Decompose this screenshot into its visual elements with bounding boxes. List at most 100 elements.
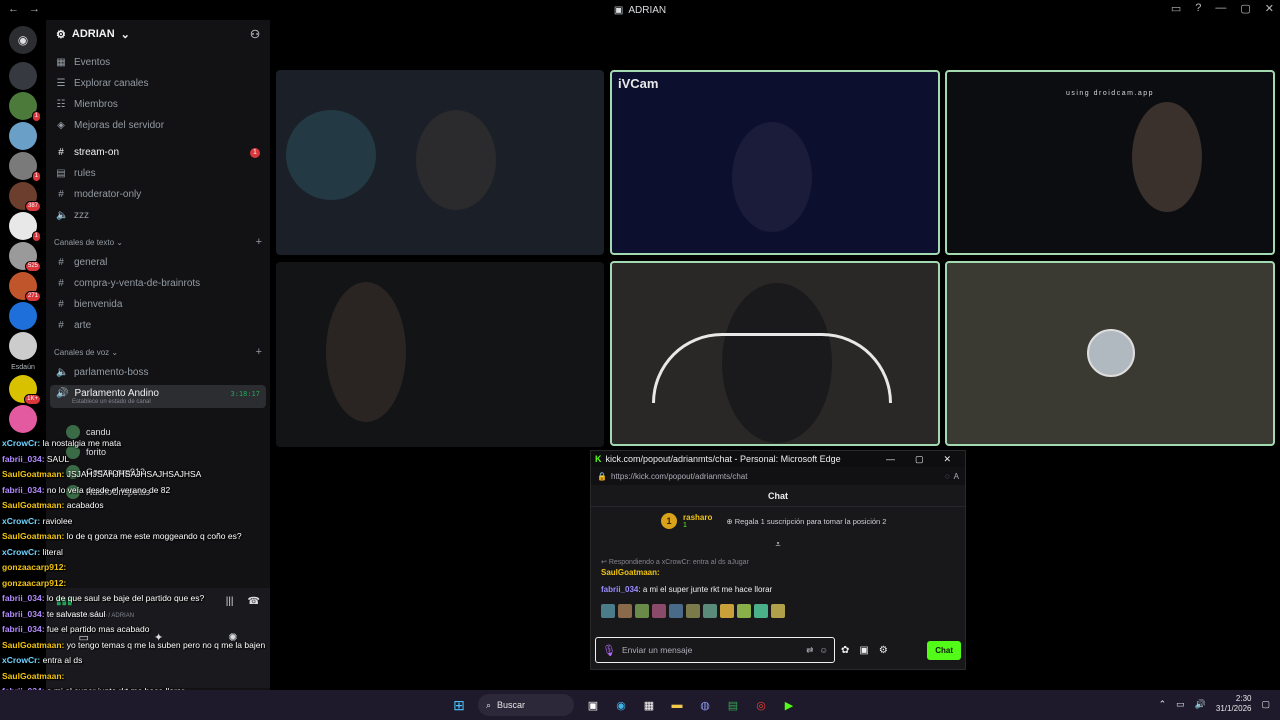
text-channel[interactable]: # arte bbox=[46, 315, 270, 336]
volume-icon[interactable]: 🔊 bbox=[1195, 699, 1206, 710]
microphone-icon[interactable]: 🎙 bbox=[602, 644, 616, 657]
emote[interactable] bbox=[601, 604, 615, 618]
text-channel[interactable]: # moderator-only bbox=[46, 184, 270, 205]
points-icon[interactable]: ✿ bbox=[841, 645, 849, 656]
taskbar-clock[interactable]: 2:30 31/1/2026 bbox=[1216, 694, 1252, 714]
send-chat-button[interactable]: Chat bbox=[927, 640, 961, 660]
guild-nav-item[interactable]: ▦ Eventos bbox=[46, 52, 270, 73]
server-icon[interactable]: 271 bbox=[9, 272, 41, 302]
chat-placeholder[interactable]: Enviar un mensaje bbox=[622, 645, 800, 655]
speaker-icon: 🔈 bbox=[56, 210, 69, 221]
add-voice-channel-icon[interactable]: + bbox=[256, 346, 262, 358]
server-icon[interactable] bbox=[9, 405, 37, 433]
edge-icon[interactable]: ◉ bbox=[612, 696, 630, 714]
add-channel-icon[interactable]: + bbox=[256, 236, 262, 248]
server-icon[interactable]: 1K+ bbox=[9, 375, 41, 405]
emote[interactable] bbox=[652, 604, 666, 618]
text-channel[interactable]: # compra-y-venta-de-brainrots bbox=[46, 273, 270, 294]
tracking-icon[interactable]: ◌ bbox=[945, 472, 950, 481]
server-icon[interactable] bbox=[9, 62, 37, 90]
video-tile[interactable] bbox=[276, 70, 604, 255]
emote[interactable] bbox=[669, 604, 683, 618]
start-icon[interactable]: ⊞ bbox=[450, 696, 468, 714]
chat-input[interactable]: 🎙 Enviar un mensaje ⇄ ☺ bbox=[595, 637, 835, 663]
emote[interactable] bbox=[720, 604, 734, 618]
category-text[interactable]: Canales de texto ⌄ + bbox=[46, 232, 270, 252]
server-icon[interactable] bbox=[9, 122, 37, 150]
gift-prompt[interactable]: ⊕ Regala 1 suscripción para tomar la pos… bbox=[726, 517, 886, 526]
maximize-button[interactable]: ▢ bbox=[1240, 2, 1250, 15]
invite-people-icon[interactable]: ⚇ bbox=[250, 28, 260, 41]
popout-maximize-button[interactable]: ▢ bbox=[915, 454, 924, 465]
address-bar[interactable]: 🔒 https://kick.com/popout/adrianmts/chat… bbox=[591, 467, 965, 485]
overlay-chat-text: raviolee bbox=[40, 515, 73, 526]
video-tile[interactable] bbox=[610, 261, 940, 446]
back-arrow-icon[interactable]: ← bbox=[8, 3, 19, 15]
overlay-chat-text: la nostalgia me mata bbox=[40, 438, 122, 448]
emote[interactable] bbox=[703, 604, 717, 618]
emote[interactable] bbox=[737, 604, 751, 618]
text-channel[interactable]: ▤ rules bbox=[46, 163, 270, 184]
server-icon[interactable] bbox=[9, 302, 37, 330]
text-channel[interactable]: # stream-on 1 bbox=[46, 142, 270, 163]
video-tile[interactable] bbox=[276, 262, 604, 447]
emote[interactable] bbox=[754, 604, 768, 618]
video-tile[interactable]: iVCam bbox=[610, 70, 940, 255]
overlay-chat-message: SaulGoatmaan: bbox=[0, 669, 280, 685]
server-icon[interactable]: 1 bbox=[9, 212, 41, 242]
help-icon[interactable]: ? bbox=[1195, 2, 1201, 15]
read-aloud-icon[interactable]: A bbox=[954, 472, 959, 481]
close-button[interactable]: ✕ bbox=[1265, 2, 1274, 15]
tray-chevron-icon[interactable]: ⌃ bbox=[1159, 699, 1167, 710]
minimize-button[interactable]: — bbox=[1215, 2, 1226, 15]
text-channel[interactable]: # bienvenida bbox=[46, 294, 270, 315]
server-icon[interactable]: 525 bbox=[9, 242, 41, 272]
server-icon[interactable]: ◉ bbox=[9, 26, 37, 54]
emote[interactable] bbox=[686, 604, 700, 618]
store-icon[interactable]: ▦ bbox=[640, 696, 658, 714]
network-icon[interactable]: ▭ bbox=[1176, 699, 1185, 710]
emote[interactable] bbox=[771, 604, 785, 618]
channel-status[interactable]: Establece un estado de canal bbox=[56, 399, 260, 405]
emote[interactable] bbox=[618, 604, 632, 618]
emote[interactable] bbox=[635, 604, 649, 618]
settings-icon[interactable]: ⚙ bbox=[879, 645, 888, 656]
url-text[interactable]: https://kick.com/popout/adrianmts/chat bbox=[611, 472, 941, 481]
video-tile[interactable] bbox=[945, 261, 1275, 446]
gift-icon[interactable]: ▣ bbox=[859, 645, 868, 656]
guild-header[interactable]: ⚙ ADRIAN ⌄ ⚇ bbox=[46, 20, 270, 48]
chrome-icon[interactable]: ◎ bbox=[752, 696, 770, 714]
popout-close-button[interactable]: ✕ bbox=[943, 454, 951, 465]
text-channel[interactable]: # general bbox=[46, 252, 270, 273]
voice-channel[interactable]: 🔈 parlamento-boss bbox=[46, 362, 270, 383]
overlay-chat-message: xCrowCr: literal bbox=[0, 545, 280, 561]
notifications-icon[interactable]: ▢ bbox=[1261, 699, 1270, 710]
popout-minimize-button[interactable]: — bbox=[886, 454, 895, 465]
active-voice-channel[interactable]: 🔊 Parlamento Andino 3:18:17 Establece un… bbox=[50, 385, 266, 408]
inbox-icon[interactable]: ▭ bbox=[1171, 2, 1181, 15]
video-tile[interactable]: using droidcam.app bbox=[945, 70, 1275, 255]
guild-nav-item[interactable]: ◈ Mejoras del servidor bbox=[46, 115, 270, 136]
file-explorer-icon[interactable]: ▬ bbox=[668, 696, 686, 714]
task-view-icon[interactable]: ▣ bbox=[584, 696, 602, 714]
category-voice[interactable]: Canales de voz ⌄ + bbox=[46, 342, 270, 362]
tile-label: iVCam bbox=[618, 76, 659, 91]
server-icon[interactable]: 1 bbox=[9, 92, 41, 122]
translate-icon[interactable]: ⇄ bbox=[806, 645, 813, 656]
discord-icon[interactable]: ◍ bbox=[696, 696, 714, 714]
guild-nav-item[interactable]: ☷ Miembros bbox=[46, 94, 270, 115]
server-icon[interactable]: 1 bbox=[9, 152, 41, 182]
leader-name[interactable]: rasharo bbox=[683, 513, 712, 522]
server-icon[interactable]: 387 bbox=[9, 182, 41, 212]
voice-channel[interactable]: 🔈 zzz bbox=[46, 205, 270, 226]
scroll-down-icon[interactable]: ⩡ bbox=[591, 539, 965, 550]
overlay-chat-user: SaulGoatmaan: bbox=[2, 639, 65, 650]
emoji-icon[interactable]: ☺ bbox=[819, 645, 828, 655]
guild-nav-item[interactable]: ☰ Explorar canales bbox=[46, 73, 270, 94]
sheets-icon[interactable]: ▤ bbox=[724, 696, 742, 714]
reply-reference[interactable]: ↩ Respondiendo a xCrowCr: entra al ds aJ… bbox=[591, 558, 965, 566]
forward-arrow-icon[interactable]: → bbox=[29, 3, 40, 15]
kick-icon[interactable]: ▶ bbox=[780, 696, 798, 714]
server-icon[interactable] bbox=[9, 332, 37, 360]
taskbar-search[interactable]: ⌕ Buscar bbox=[478, 694, 574, 716]
